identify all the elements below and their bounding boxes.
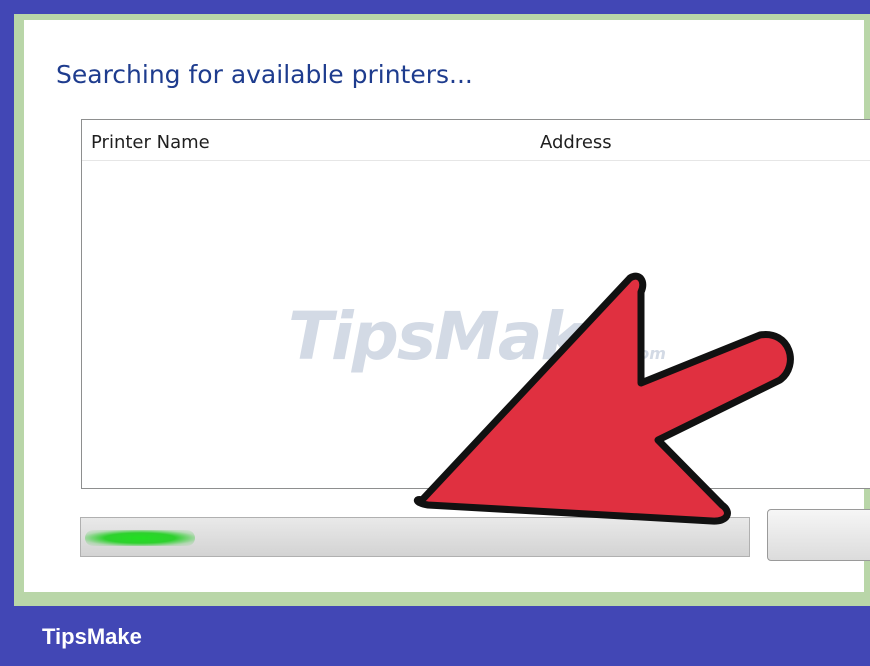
red-arrow-icon	[413, 272, 794, 525]
progress-indicator	[85, 530, 195, 546]
dialog-title: Searching for available printers...	[56, 60, 473, 89]
list-header: Printer Name Address	[82, 120, 870, 161]
column-header-address[interactable]: Address	[540, 132, 612, 153]
column-header-printer-name[interactable]: Printer Name	[91, 132, 210, 153]
footer-brand: TipsMake	[42, 624, 142, 649]
footer-bar: TipsMake	[0, 606, 870, 666]
